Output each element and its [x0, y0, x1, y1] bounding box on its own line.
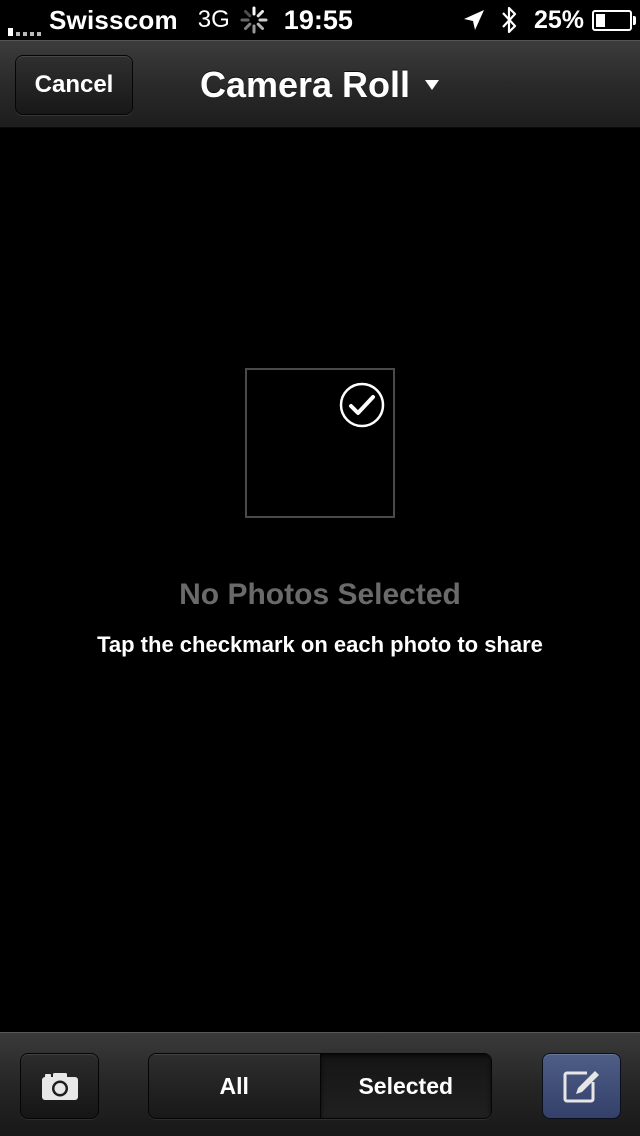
chevron-down-icon: [425, 80, 440, 90]
battery-percent: 25%: [533, 5, 584, 34]
status-bar: Swisscom 3G 19:55 25%: [0, 0, 640, 40]
signal-icon: [8, 4, 41, 36]
checkmark-circle-icon: [339, 382, 385, 428]
screen: Swisscom 3G 19:55 25% Cancel Camera Roll…: [0, 0, 640, 1136]
album-picker-title[interactable]: Camera Roll: [200, 64, 440, 106]
bluetooth-icon: [502, 6, 517, 34]
empty-photo-placeholder: [245, 368, 395, 518]
navigation-bar: Cancel Camera Roll: [0, 40, 640, 128]
compose-button[interactable]: [542, 1053, 621, 1119]
filter-segmented-control: All Selected: [148, 1053, 492, 1119]
carrier-name: Swisscom: [49, 4, 178, 35]
battery-icon: [592, 9, 636, 31]
camera-icon: [41, 1073, 78, 1100]
status-time: 19:55: [283, 4, 353, 35]
activity-spinner-icon: [240, 6, 268, 34]
camera-button[interactable]: [20, 1053, 99, 1119]
compose-icon: [563, 1071, 599, 1103]
empty-state-subtitle: Tap the checkmark on each photo to share: [97, 632, 543, 657]
segment-selected[interactable]: Selected: [320, 1054, 491, 1118]
page-title: Camera Roll: [199, 64, 411, 105]
battery-level-fill: [596, 13, 605, 27]
cancel-button[interactable]: Cancel: [15, 55, 133, 115]
segment-all[interactable]: All: [149, 1054, 321, 1118]
location-arrow-icon: [463, 10, 484, 30]
bottom-toolbar: All Selected: [0, 1032, 640, 1136]
network-type: 3G: [197, 6, 230, 33]
status-right-group: 25%: [462, 5, 636, 35]
empty-state-title: No Photos Selected: [179, 578, 461, 611]
